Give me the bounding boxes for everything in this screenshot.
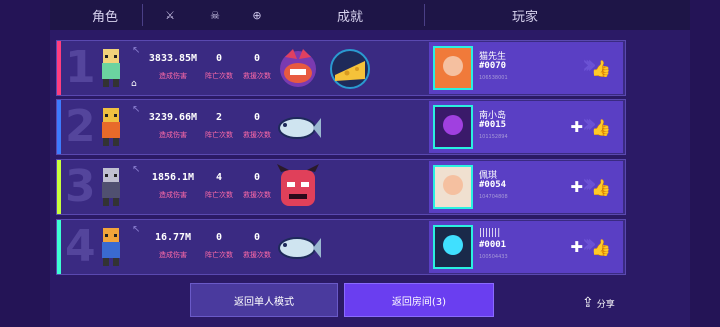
player-uid: 101152894 — [479, 134, 508, 140]
player-card[interactable]: ››› 佩琪 #0054 104704808 ✚ 👍 — [429, 161, 623, 213]
right-margin — [690, 0, 720, 327]
damage-value: 16.77M — [154, 232, 192, 243]
achievement-badge — [275, 43, 321, 93]
thumbs-up-icon[interactable]: 👍 — [591, 178, 611, 197]
leaderboard-row: 2 ↖ 3239.66M 造成伤害 2 阵亡次数 0 救援次数 ››› 南小岛 … — [56, 99, 626, 155]
header-achievement: 成就 — [336, 9, 363, 25]
player-tag: #0070 — [479, 61, 507, 71]
share-icon: ⇪ — [582, 295, 594, 311]
damage-label: 造成伤害 — [159, 72, 187, 80]
rescues-value: 0 — [253, 53, 261, 64]
deaths-value: 4 — [215, 172, 223, 183]
damage-value: 3239.66M — [148, 112, 198, 123]
rescues-label: 救援次数 — [243, 251, 271, 259]
leaderboard-row: 4 ↖ 16.77M 造成伤害 0 阵亡次数 0 救援次数 ››› ||||||… — [56, 219, 626, 275]
damage-value: 3833.85M — [148, 53, 198, 64]
player-uid: 106538001 — [479, 75, 508, 81]
header-player: 玩家 — [511, 9, 538, 25]
rank-stripe — [57, 100, 61, 154]
hero-avatar — [91, 224, 131, 268]
add-friend-icon[interactable]: ✚ — [570, 178, 583, 196]
rank-stripe — [57, 160, 61, 214]
player-card[interactable]: ››› ||||||| #0001 100504433 ✚ 👍 — [429, 221, 623, 273]
share-label: 分享 — [596, 299, 615, 310]
thumbs-up-icon[interactable]: 👍 — [591, 238, 611, 257]
player-avatar — [433, 225, 473, 269]
plus-circle-icon: ⊕ — [252, 8, 262, 22]
player-uid: 104704808 — [479, 194, 508, 200]
damage-label: 造成伤害 — [159, 251, 187, 259]
rescues-value: 0 — [253, 172, 261, 183]
arrow-up-left-icon: ↖ — [132, 104, 141, 115]
achievement-badge — [327, 43, 373, 93]
damage-label: 造成伤害 — [159, 131, 187, 139]
sword-icon: ⚔ — [165, 8, 175, 22]
damage-value: 1856.1M — [151, 172, 195, 183]
deaths-value: 0 — [215, 53, 223, 64]
deaths-value: 2 — [215, 112, 223, 123]
return-room-button[interactable]: 返回房间(3) — [344, 283, 494, 317]
add-friend-icon[interactable]: ✚ — [570, 238, 583, 256]
player-tag: #0054 — [479, 180, 507, 190]
arrow-up-left-icon: ↖ — [132, 224, 141, 235]
leaderboard-row: 3 ↖ 1856.1M 造成伤害 4 阵亡次数 0 救援次数 ››› 佩琪 #0… — [56, 159, 626, 215]
leaderboard-row: 1 ↖ ⌂ 3833.85M 造成伤害 0 阵亡次数 0 救援次数 ››› 猫先… — [56, 40, 626, 96]
rescues-value: 0 — [253, 112, 261, 123]
header-role: 角色 — [91, 9, 118, 25]
thumbs-up-icon[interactable]: 👍 — [591, 118, 611, 137]
skull-icon: ☠ — [210, 8, 220, 22]
header-divider — [424, 4, 425, 26]
deaths-value: 0 — [215, 232, 223, 243]
return-single-mode-button[interactable]: 返回单人模式 — [190, 283, 338, 317]
player-card[interactable]: ››› 南小岛 #0015 101152894 ✚ 👍 — [429, 101, 623, 153]
hero-avatar — [91, 45, 131, 89]
rescues-label: 救援次数 — [243, 72, 271, 80]
rescues-value: 0 — [253, 232, 261, 243]
achievement-badge — [275, 102, 321, 152]
left-margin — [0, 0, 50, 327]
achievement-badge — [275, 222, 321, 272]
achievement-badge — [275, 162, 321, 212]
rank-stripe — [57, 41, 61, 95]
house-icon: ⌂ — [131, 79, 137, 89]
add-friend-icon[interactable]: ✚ — [570, 118, 583, 136]
damage-label: 造成伤害 — [159, 191, 187, 199]
player-avatar — [433, 46, 473, 90]
thumbs-up-icon[interactable]: 👍 — [591, 59, 611, 78]
player-tag: #0001 — [479, 240, 507, 250]
player-uid: 100504433 — [479, 254, 508, 260]
arrow-up-left-icon: ↖ — [132, 45, 141, 56]
rank-stripe — [57, 220, 61, 274]
player-avatar — [433, 105, 473, 149]
player-card[interactable]: ››› 猫先生 #0070 106538001 👍 — [429, 42, 623, 94]
rescues-label: 救援次数 — [243, 191, 271, 199]
player-avatar — [433, 165, 473, 209]
chevron-right-icon: ››› — [581, 50, 597, 80]
player-name: ||||||| — [479, 228, 501, 238]
results-header: 角色 ⚔ ☠ ⊕ 成就 玩家 — [50, 0, 690, 30]
share-button[interactable]: ⇪ 分享 — [582, 295, 615, 311]
rescues-label: 救援次数 — [243, 131, 271, 139]
header-divider — [142, 4, 143, 26]
hero-avatar — [91, 164, 131, 208]
hero-avatar — [91, 104, 131, 148]
arrow-up-left-icon: ↖ — [132, 164, 141, 175]
player-tag: #0015 — [479, 120, 507, 130]
